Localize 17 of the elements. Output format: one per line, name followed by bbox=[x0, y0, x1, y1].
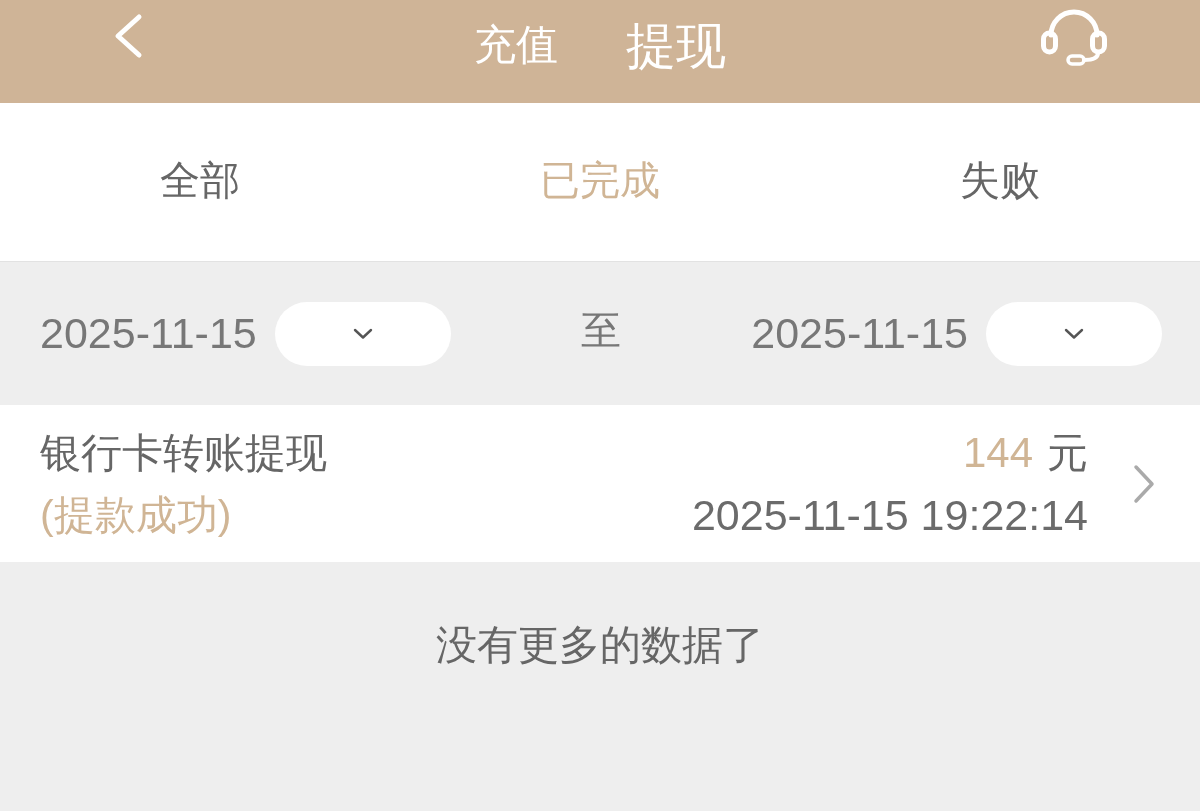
record-status: (提款成功) bbox=[40, 490, 232, 540]
currency-unit: 元 bbox=[1047, 428, 1088, 478]
record-title: 银行卡转账提现 bbox=[40, 428, 327, 478]
support-button[interactable] bbox=[1040, 7, 1108, 66]
end-date: 2025-11-15 bbox=[751, 307, 968, 359]
record-time: 2025-11-15 19:22:14 bbox=[691, 489, 1088, 541]
amount-value: 144 bbox=[962, 427, 1033, 478]
headset-icon bbox=[1040, 7, 1108, 66]
range-separator: 至 bbox=[581, 306, 621, 354]
filter-tab[interactable]: 失败 bbox=[960, 156, 1040, 204]
chevron-down-icon bbox=[352, 327, 373, 340]
chevron-right-icon bbox=[1132, 463, 1156, 504]
no-more-data-text: 没有更多的数据了 bbox=[436, 621, 764, 670]
record-item[interactable]: 银行卡转账提现 (提款成功) 144 元 2025-11-15 19:22:14 bbox=[0, 405, 1200, 562]
filter-tab[interactable]: 全部 bbox=[160, 156, 240, 204]
start-date: 2025-11-15 bbox=[40, 307, 257, 359]
chevron-down-icon bbox=[1064, 327, 1084, 340]
